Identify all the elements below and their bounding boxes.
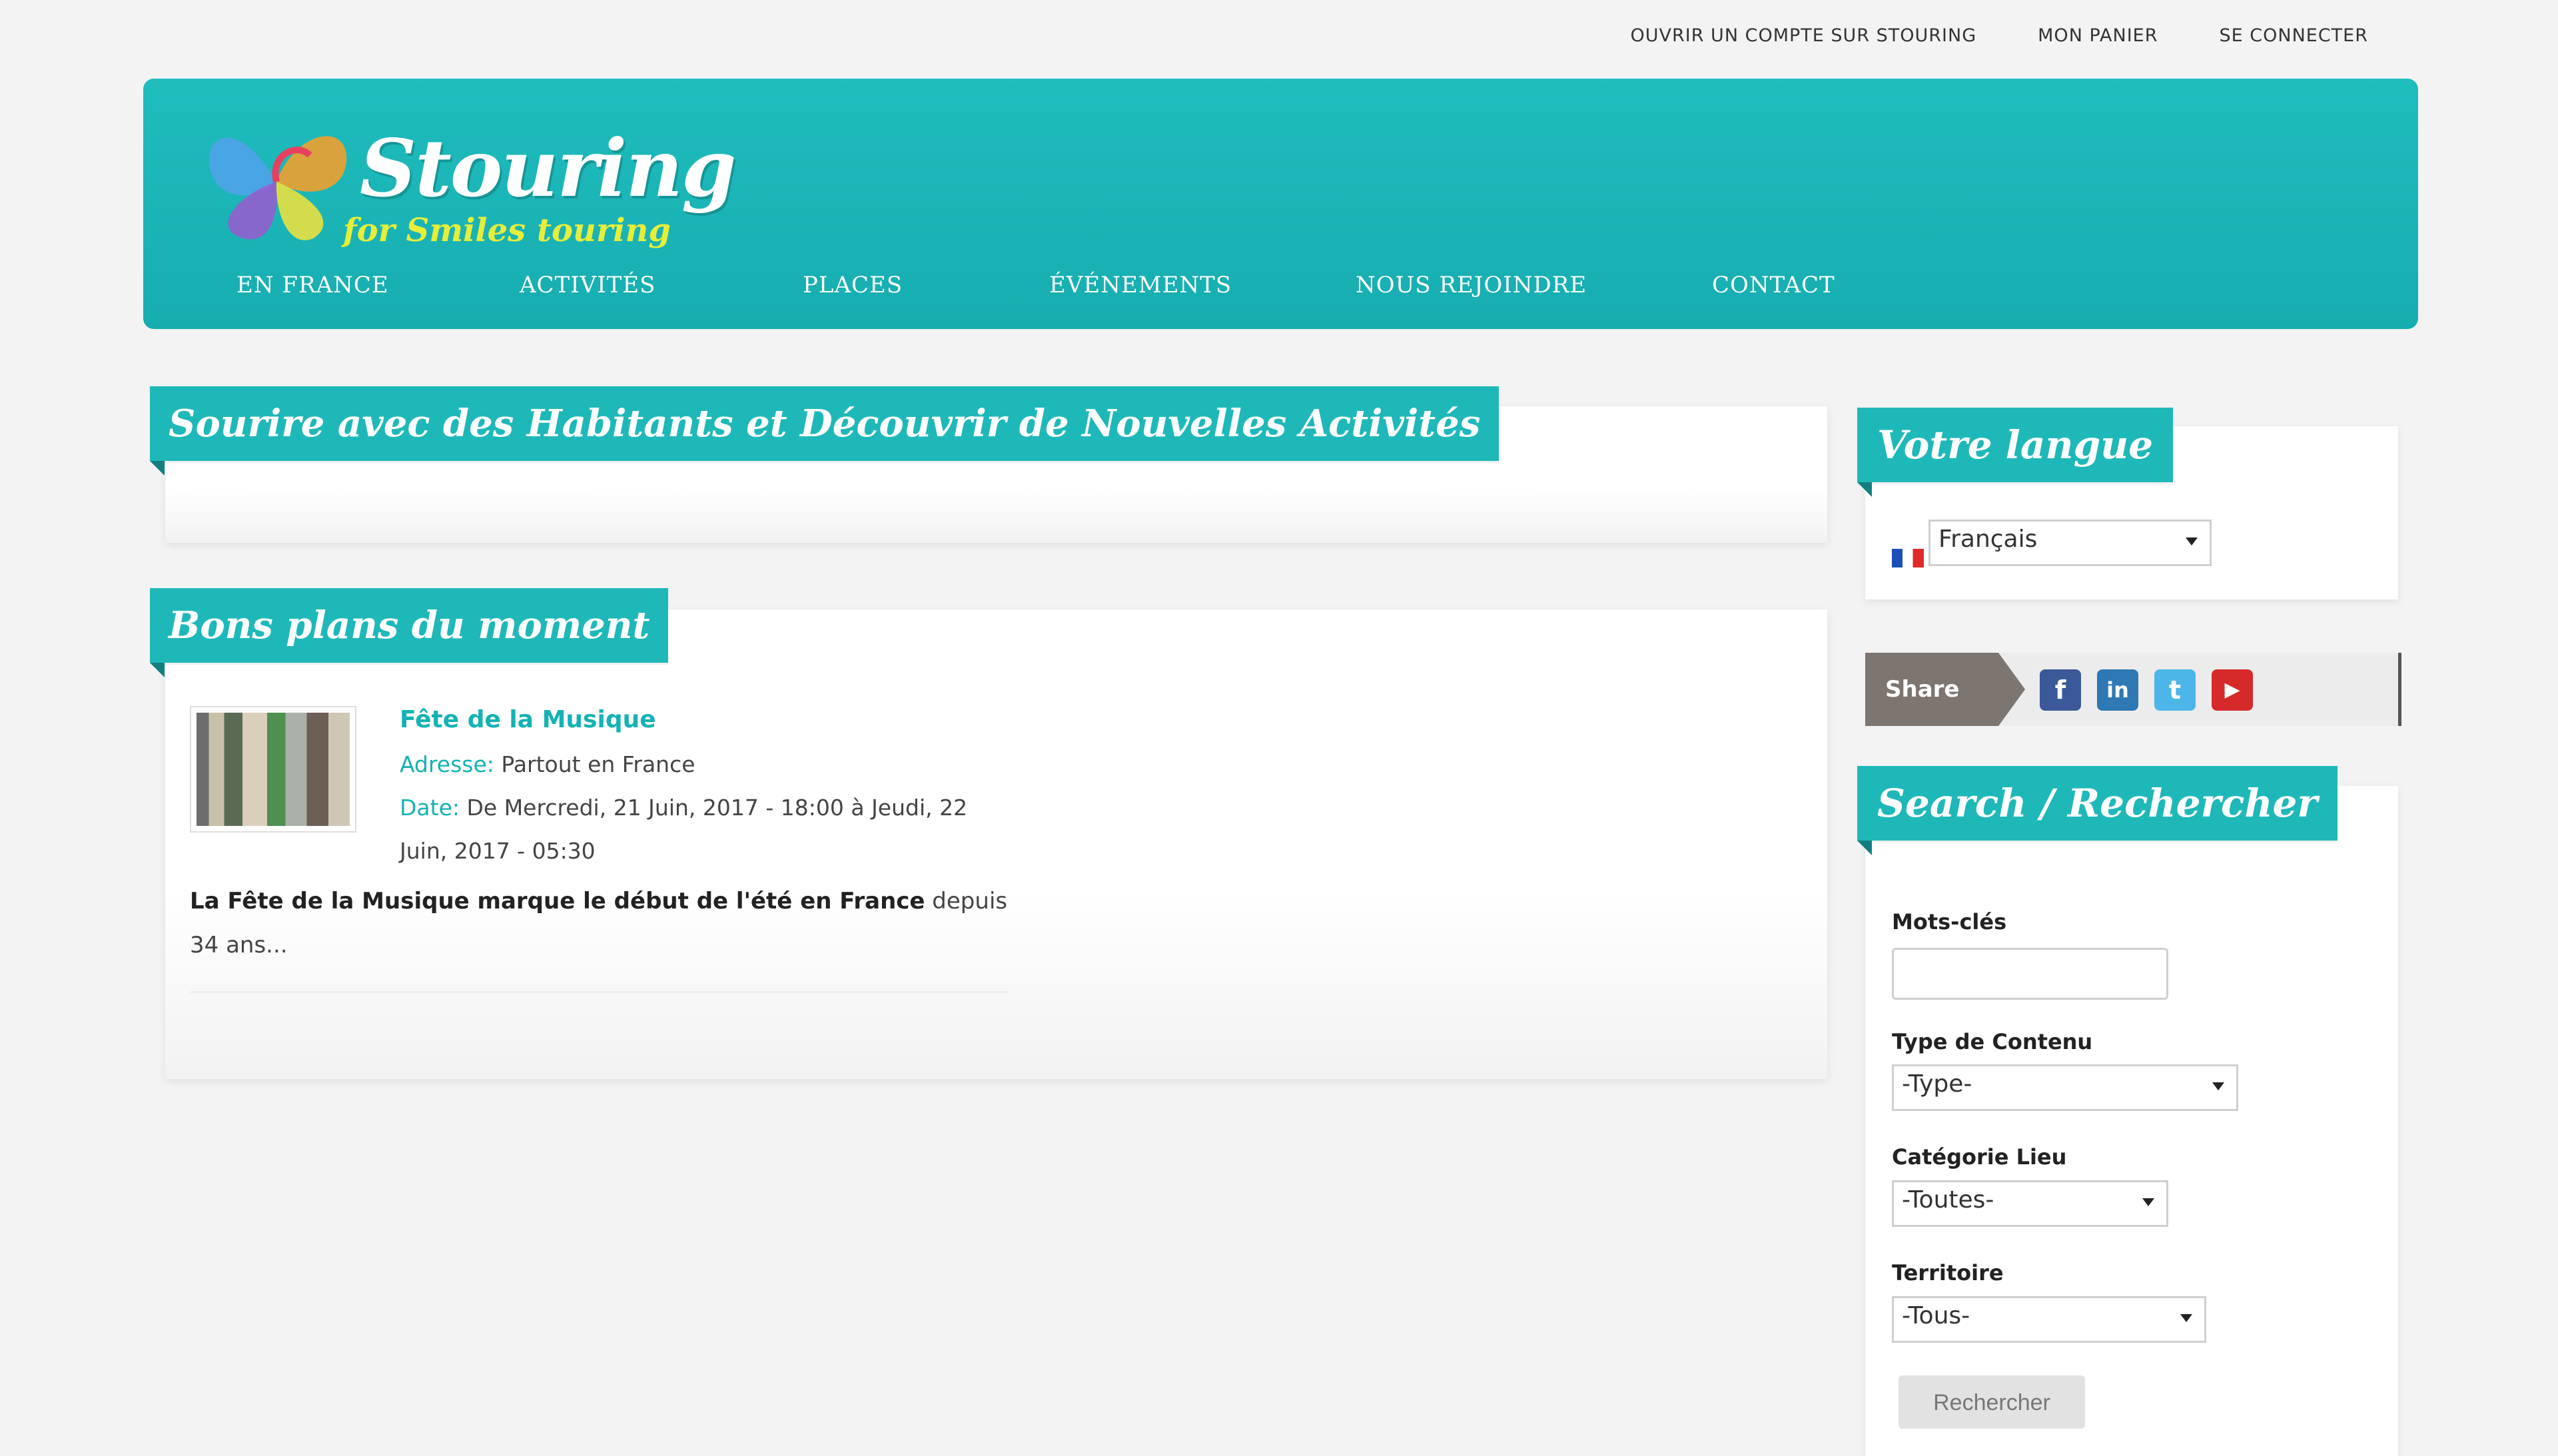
place-category-select[interactable]: -Toutes-: [1892, 1180, 2168, 1227]
date-value: De Mercredi, 21 Juin, 2017 - 18:00 à Jeu…: [466, 795, 968, 821]
twitter-icon[interactable]: t: [2154, 669, 2196, 711]
nav-nous-rejoindre[interactable]: NOUS REJOINDRE: [1356, 272, 1587, 298]
language-select[interactable]: Français: [1928, 520, 2212, 566]
nav-en-france[interactable]: EN FRANCE: [236, 272, 389, 298]
address-value: Partout en France: [501, 751, 695, 777]
event-desc-bold: La Fête de la Musique marque le début de…: [190, 888, 925, 914]
search-panel: [1865, 786, 2398, 1456]
event-address: Adresse: Partout en France: [400, 751, 695, 777]
chevron-down-icon: [2180, 1314, 2192, 1322]
nav-places[interactable]: PLACES: [803, 272, 903, 298]
territory-label: Territoire: [1892, 1260, 2004, 1285]
divider: [190, 991, 1009, 993]
content-type-label: Type de Contenu: [1892, 1029, 2093, 1054]
login-link[interactable]: SE CONNECTER: [2219, 25, 2368, 46]
address-label: Adresse:: [400, 751, 494, 777]
banner-title: Sourire avec des Habitants et Découvrir …: [150, 386, 1499, 476]
chevron-down-icon: [2186, 538, 2198, 546]
content-type-select[interactable]: -Type-: [1892, 1064, 2238, 1111]
logo-subtitle: for Smiles touring: [343, 212, 671, 249]
top-links: OUVRIR UN COMPTE SUR STOURING MON PANIER…: [1631, 25, 2369, 46]
search-button[interactable]: Rechercher: [1899, 1375, 2085, 1429]
keywords-input[interactable]: [1892, 948, 2168, 1000]
content-type-value: -Type-: [1902, 1070, 1972, 1098]
france-flag-icon: [1892, 549, 1924, 567]
deals-title: Bons plans du moment: [150, 588, 669, 677]
site-header: Stouring for Smiles touring EN FRANCE AC…: [143, 79, 2418, 329]
nav-activites[interactable]: ACTIVITÉS: [520, 272, 655, 298]
facebook-icon[interactable]: f: [2040, 669, 2081, 711]
place-category-value: -Toutes-: [1902, 1186, 1994, 1214]
event-date-cont: Juin, 2017 - 05:30: [400, 838, 596, 864]
linkedin-icon[interactable]: in: [2097, 669, 2138, 711]
event-thumbnail[interactable]: [190, 706, 356, 833]
language-title: Votre langue: [1857, 408, 2174, 497]
event-photo: [197, 713, 350, 826]
chevron-down-icon: [2212, 1082, 2224, 1090]
territory-value: -Tous-: [1902, 1302, 1970, 1329]
nav-evenements[interactable]: ÉVÉNEMENTS: [1049, 272, 1232, 298]
event-title-link[interactable]: Fête de la Musique: [400, 706, 656, 733]
butterfly-logo-icon: [209, 136, 347, 240]
language-select-value: Français: [1938, 526, 2038, 553]
event-date: Date: De Mercredi, 21 Juin, 2017 - 18:00…: [400, 795, 967, 821]
search-title: Search / Rechercher: [1857, 766, 2338, 855]
nav-contact[interactable]: CONTACT: [1712, 272, 1835, 298]
main-nav: EN FRANCE ACTIVITÉS PLACES ÉVÉNEMENTS NO…: [143, 272, 2418, 312]
event-description: La Fête de la Musique marque le début de…: [190, 879, 1023, 967]
date-label: Date:: [400, 795, 460, 821]
place-category-label: Catégorie Lieu: [1892, 1144, 2067, 1170]
chevron-down-icon: [2142, 1198, 2154, 1206]
logo-title: Stouring: [360, 122, 737, 214]
keywords-label: Mots-clés: [1892, 909, 2007, 934]
site-logo[interactable]: Stouring for Smiles touring: [197, 109, 737, 258]
youtube-icon[interactable]: ▶: [2212, 669, 2253, 711]
territory-select[interactable]: -Tous-: [1892, 1296, 2206, 1343]
share-label: Share: [1865, 653, 2025, 726]
create-account-link[interactable]: OUVRIR UN COMPTE SUR STOURING: [1631, 25, 1977, 46]
cart-link[interactable]: MON PANIER: [2038, 25, 2158, 46]
